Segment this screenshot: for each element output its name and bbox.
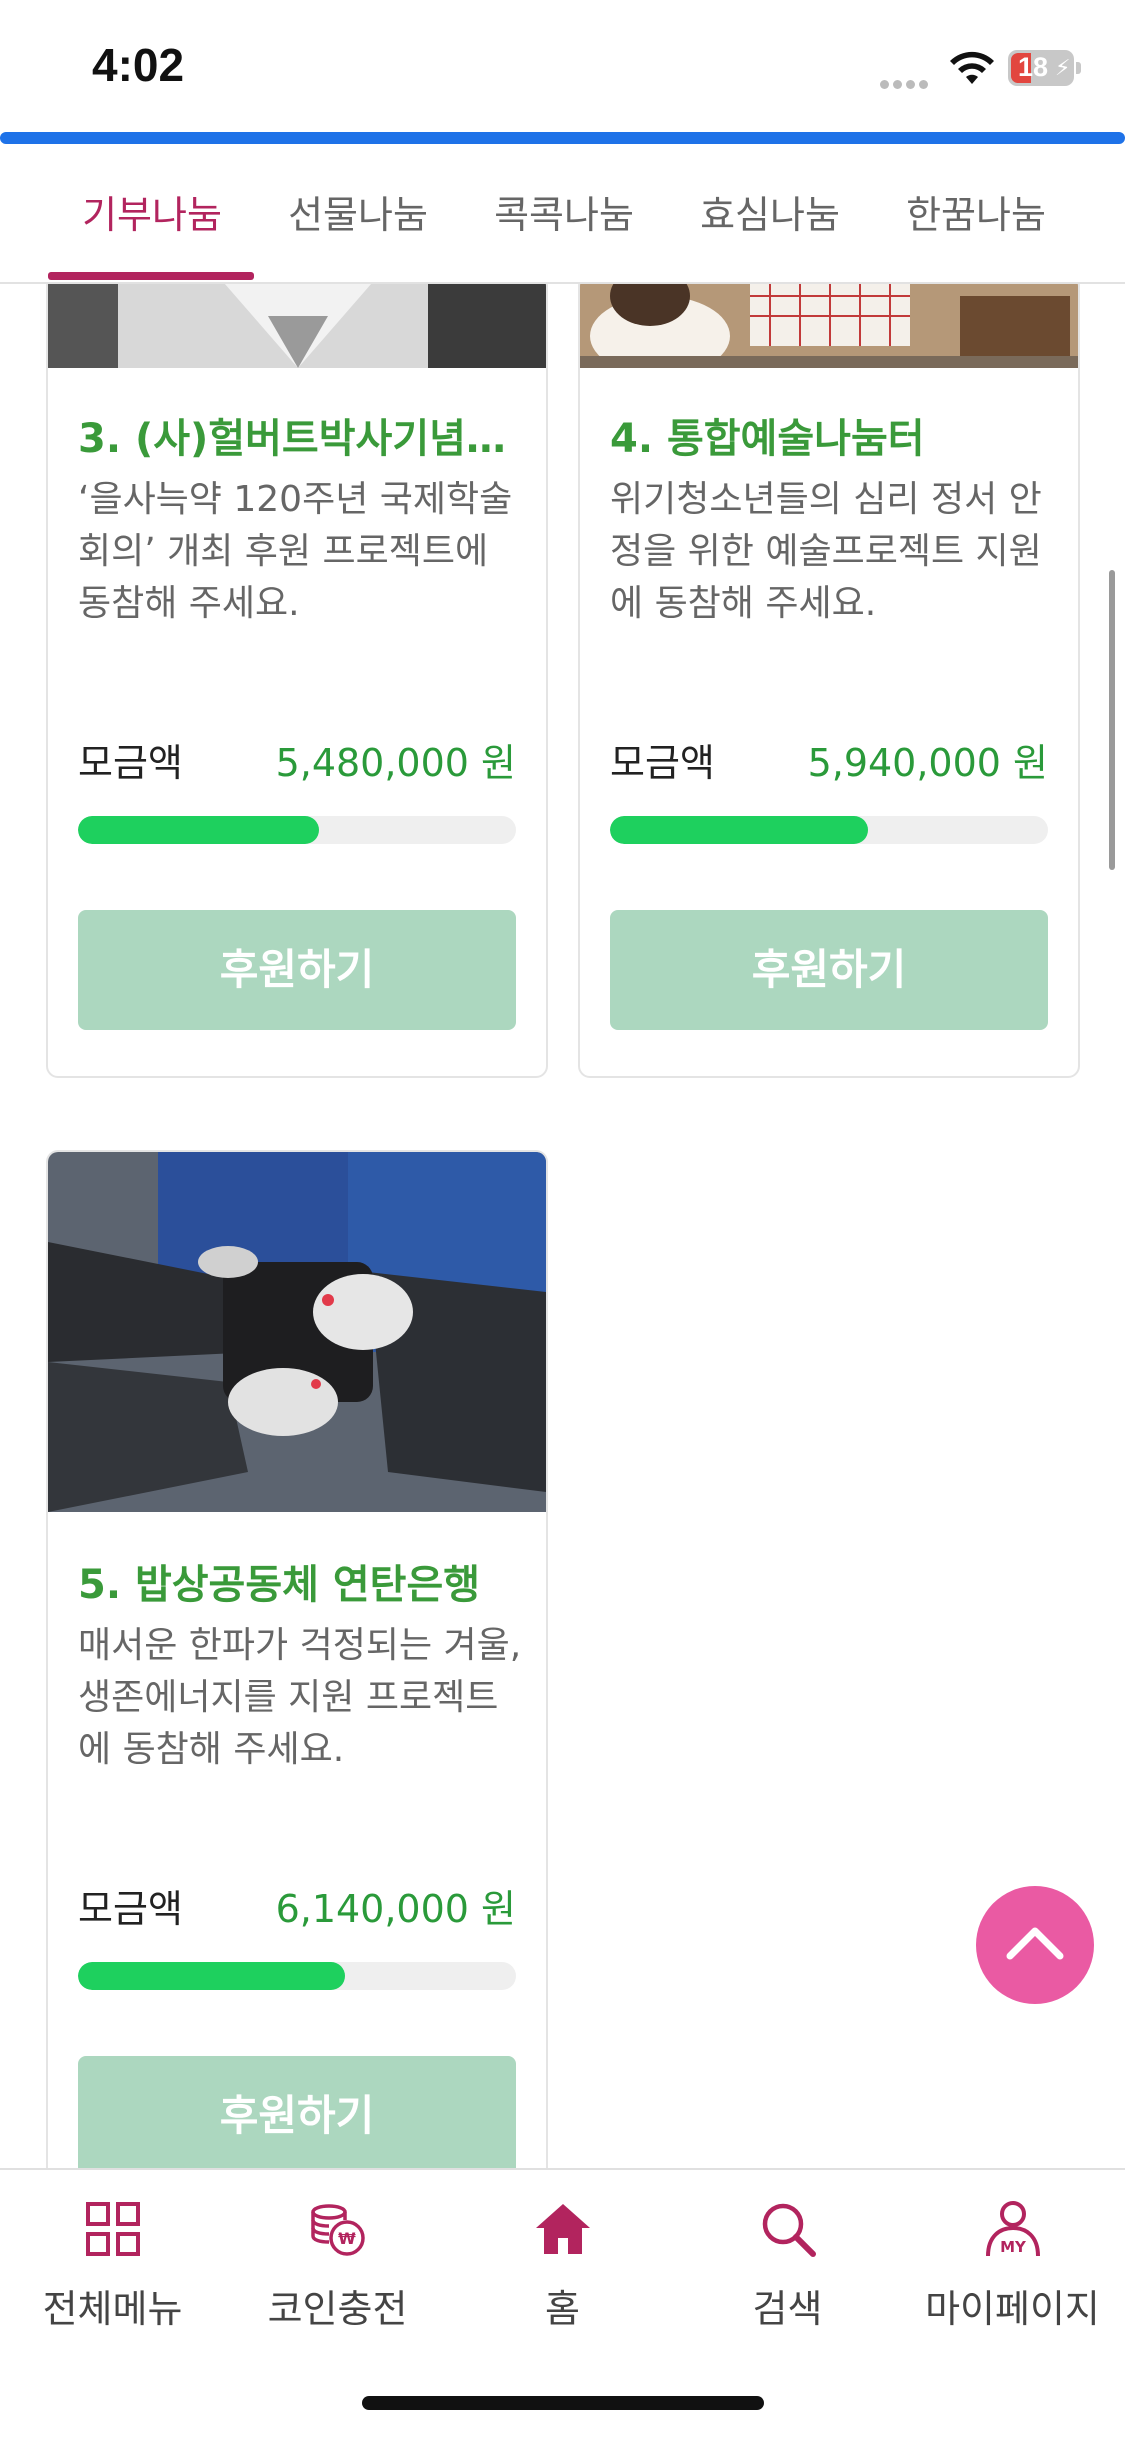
status-time: 4:02 bbox=[92, 39, 185, 91]
campaign-description: 매서운 한파가 걱정되는 겨울, 생존에너지를 지원 프로젝트에 동참해 주세요… bbox=[78, 1625, 522, 1770]
nav-search[interactable]: 검색 bbox=[675, 2190, 900, 2340]
category-tabs: 기부나눔 선물나눔 콕콕나눔 효심나눔 한꿈나눔 bbox=[0, 146, 1125, 284]
active-tab-indicator bbox=[48, 272, 254, 280]
funding-progress-fill bbox=[78, 1962, 346, 1990]
home-icon bbox=[536, 2204, 590, 2254]
tab-donation[interactable]: 기부나눔 bbox=[52, 184, 252, 244]
campaign-image bbox=[48, 1152, 546, 1512]
amount-value: 6,140,000 원 bbox=[275, 1887, 516, 1931]
funding-progress-fill bbox=[610, 816, 869, 844]
cellular-signal-icon bbox=[880, 74, 936, 89]
funding-progress-bar bbox=[610, 816, 1048, 844]
wifi-icon bbox=[950, 51, 994, 84]
home-indicator bbox=[362, 2396, 764, 2410]
nav-label: 코인충전 bbox=[267, 2287, 408, 2331]
coin-icon: ₩ bbox=[311, 2204, 365, 2256]
battery-icon: 18 ⚡ bbox=[1008, 50, 1074, 86]
tab-kokkok[interactable]: 콕콕나눔 bbox=[464, 184, 664, 244]
campaign-card[interactable]: 4. 통합예술나눔터 위기청소년들의 심리 정서 안정을 위한 예술프로젝트 지… bbox=[578, 284, 1080, 1078]
page-load-progress bbox=[0, 132, 1125, 144]
campaign-title: 4. 통합예술나눔터 bbox=[610, 416, 925, 462]
donate-button[interactable]: 후원하기 bbox=[610, 910, 1048, 1030]
amount-label: 모금액 bbox=[610, 741, 715, 785]
campaign-title: 3. (사)헐버트박사기념… bbox=[78, 416, 506, 462]
campaign-image bbox=[580, 284, 1078, 368]
svg-text:MY: MY bbox=[1000, 2238, 1027, 2256]
svg-text:₩: ₩ bbox=[338, 2229, 356, 2248]
amount-label: 모금액 bbox=[78, 741, 183, 785]
tab-filial[interactable]: 효심나눔 bbox=[670, 184, 870, 244]
nav-all-menu[interactable]: 전체메뉴 bbox=[0, 2190, 225, 2340]
donate-button[interactable]: 후원하기 bbox=[78, 910, 516, 1030]
funding-progress-bar bbox=[78, 1962, 516, 1990]
nav-label: 홈 bbox=[545, 2287, 580, 2331]
campaign-list: 3. (사)헐버트박사기념… ‘을사늑약 120주년 국제학술회의’ 개최 후원… bbox=[0, 284, 1125, 2168]
battery-level: 18 bbox=[1018, 52, 1049, 82]
user-icon: MY bbox=[986, 2201, 1040, 2257]
charging-bolt-icon: ⚡ bbox=[1055, 56, 1071, 81]
tab-gift[interactable]: 선물나눔 bbox=[258, 184, 458, 244]
campaign-title: 5. 밥상공동체 연탄은행 bbox=[78, 1562, 481, 1608]
grid-icon bbox=[86, 2202, 140, 2256]
vertical-scrollbar[interactable] bbox=[1109, 570, 1115, 870]
campaign-description: 위기청소년들의 심리 정서 안정을 위한 예술프로젝트 지원에 동참해 주세요. bbox=[610, 479, 1042, 624]
campaign-card[interactable]: 3. (사)헐버트박사기념… ‘을사늑약 120주년 국제학술회의’ 개최 후원… bbox=[46, 284, 548, 1078]
funding-progress-fill bbox=[78, 816, 319, 844]
search-icon bbox=[762, 2203, 816, 2257]
nav-label: 마이페이지 bbox=[925, 2287, 1100, 2331]
scroll-to-top-button[interactable] bbox=[976, 1886, 1094, 2004]
amount-label: 모금액 bbox=[78, 1887, 183, 1931]
funding-progress-bar bbox=[78, 816, 516, 844]
nav-label: 전체메뉴 bbox=[42, 2287, 183, 2331]
campaign-image bbox=[48, 284, 546, 368]
amount-value: 5,480,000 원 bbox=[275, 741, 516, 785]
tab-dream[interactable]: 한꿈나눔 bbox=[876, 184, 1076, 244]
campaign-card[interactable]: 5. 밥상공동체 연탄은행 매서운 한파가 걱정되는 겨울, 생존에너지를 지원… bbox=[46, 1150, 548, 2168]
status-bar: 4:02 18 ⚡ bbox=[0, 0, 1125, 130]
nav-my-page[interactable]: MY 마이페이지 bbox=[900, 2190, 1125, 2340]
amount-value: 5,940,000 원 bbox=[807, 741, 1048, 785]
nav-label: 검색 bbox=[752, 2287, 823, 2331]
nav-coin-charge[interactable]: ₩ 코인충전 bbox=[225, 2190, 450, 2340]
campaign-description: ‘을사늑약 120주년 국제학술회의’ 개최 후원 프로젝트에 동참해 주세요. bbox=[78, 479, 513, 624]
chevron-up-icon bbox=[1006, 1927, 1064, 1960]
donate-button[interactable]: 후원하기 bbox=[78, 2056, 516, 2168]
nav-home[interactable]: 홈 bbox=[450, 2190, 675, 2340]
